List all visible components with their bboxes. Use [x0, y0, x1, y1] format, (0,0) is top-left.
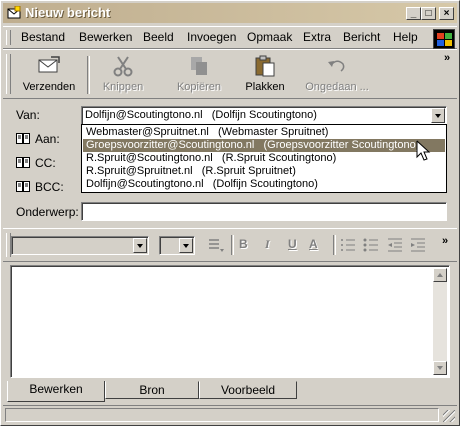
toolbar-more-chevron-icon[interactable]: »: [444, 52, 450, 64]
copy-icon: [191, 57, 207, 75]
close-button[interactable]: ×: [439, 7, 454, 20]
copy-button[interactable]: Kopiëren: [169, 52, 229, 96]
undo-icon: [328, 60, 345, 72]
compose-window: Nieuw bericht _ □ × Bestand Bewerken Bee…: [0, 0, 460, 426]
paste-button[interactable]: Plakken: [239, 52, 291, 96]
view-tabs: Bewerken Bron Voorbeeld: [1, 381, 459, 403]
address-book-icon[interactable]: [16, 156, 30, 169]
numbered-list-icon[interactable]: [340, 237, 356, 253]
menu-bewerken[interactable]: Bewerken: [79, 30, 132, 44]
toolbar-separator: [87, 56, 90, 94]
paragraph-style-icon[interactable]: [207, 236, 225, 254]
mouse-pointer-icon: [416, 140, 431, 161]
from-combo[interactable]: Dolfijn@Scoutingtono.nl (Dolfijn Scoutin…: [81, 106, 447, 125]
toolbar-separator: [231, 235, 234, 255]
dropdown-option[interactable]: Dolfijn@Scoutingtono.nl (Dolfijn Scoutin…: [83, 178, 445, 191]
menu-beeld[interactable]: Beeld: [143, 30, 174, 44]
from-label: Van:: [16, 108, 40, 122]
tab-bron[interactable]: Bron: [105, 381, 199, 399]
address-book-icon[interactable]: [16, 132, 30, 145]
tab-voorbeeld[interactable]: Voorbeeld: [199, 381, 297, 399]
from-dropdown-list: Webmaster@Spruitnet.nl (Webmaster Spruit…: [81, 124, 447, 193]
subject-input[interactable]: [81, 202, 447, 221]
status-pane: [5, 408, 439, 422]
bullet-list-icon[interactable]: [363, 237, 379, 253]
italic-button[interactable]: I: [265, 237, 270, 252]
resize-grip-icon[interactable]: [443, 410, 455, 422]
windows-logo-icon: [433, 29, 455, 49]
menu-bestand[interactable]: Bestand: [21, 30, 65, 44]
font-size-arrow-icon[interactable]: [179, 238, 193, 253]
paste-icon: [255, 55, 275, 77]
status-bar: [3, 405, 457, 424]
scroll-down-button[interactable]: [433, 361, 447, 375]
scroll-down-arrow-icon: [437, 366, 443, 370]
new-message-icon: [7, 6, 21, 19]
toolbar-grip: [6, 54, 11, 94]
paste-label: Plakken: [245, 81, 285, 93]
menu-bericht[interactable]: Bericht: [343, 30, 380, 44]
maximize-button[interactable]: □: [421, 7, 436, 20]
tab-bewerken[interactable]: Bewerken: [7, 381, 105, 402]
send-icon: [38, 56, 60, 73]
menu-help[interactable]: Help: [393, 30, 418, 44]
undo-label: Ongedaan ...: [305, 81, 369, 93]
menu-opmaak[interactable]: Opmaak: [247, 30, 292, 44]
minimize-icon: _: [410, 8, 417, 19]
toolbar-separator: [333, 235, 336, 255]
maximize-icon: □: [425, 8, 432, 19]
send-button[interactable]: Verzenden: [17, 52, 81, 96]
dropdown-option[interactable]: Webmaster@Spruitnet.nl (Webmaster Spruit…: [83, 126, 445, 139]
format-toolbar: B I U A »: [3, 228, 457, 262]
copy-label: Kopiëren: [176, 81, 222, 93]
subject-label: Onderwerp:: [16, 205, 79, 219]
vertical-scrollbar[interactable]: [433, 268, 447, 375]
cc-label: CC:: [35, 156, 56, 170]
scissors-icon: [113, 56, 133, 77]
close-icon: ×: [443, 8, 450, 19]
dropdown-option[interactable]: R.Spruit@Scoutingtono.nl (R.Spruit Scout…: [83, 152, 445, 165]
main-toolbar: Verzenden Knippen Kopiëren Plakken Onged…: [3, 49, 457, 99]
bold-button[interactable]: B: [239, 237, 248, 251]
bcc-label: BCC:: [35, 180, 64, 194]
title-bar[interactable]: Nieuw bericht _ □ ×: [3, 3, 457, 23]
scroll-up-button[interactable]: [433, 268, 447, 282]
window-title: Nieuw bericht: [25, 5, 111, 20]
cut-button[interactable]: Knippen: [97, 52, 149, 96]
menu-grip: [6, 30, 11, 45]
cut-label: Knippen: [102, 81, 144, 93]
address-book-icon[interactable]: [16, 180, 30, 193]
decrease-indent-icon[interactable]: [387, 237, 403, 253]
underline-button[interactable]: U: [288, 237, 297, 251]
menu-invoegen[interactable]: Invoegen: [187, 30, 236, 44]
menu-extra[interactable]: Extra: [303, 30, 331, 44]
minimize-button[interactable]: _: [406, 7, 421, 20]
font-color-button[interactable]: A: [309, 237, 318, 251]
dropdown-option[interactable]: R.Spruit@Spruitnet.nl (R.Spruit Spruitne…: [83, 165, 445, 178]
send-label: Verzenden: [22, 81, 76, 93]
font-name-arrow-icon[interactable]: [133, 238, 147, 253]
dropdown-option-selected[interactable]: Groepsvoorzitter@Scoutingtono.nl (Groeps…: [83, 139, 445, 152]
font-name-select[interactable]: [11, 236, 149, 255]
increase-indent-icon[interactable]: [410, 237, 426, 253]
scroll-up-arrow-icon: [437, 273, 443, 277]
from-value: Dolfijn@Scoutingtono.nl (Dolfijn Scoutin…: [85, 109, 317, 121]
to-label: Aan:: [35, 132, 60, 146]
format-more-chevron-icon[interactable]: »: [442, 235, 448, 247]
undo-button[interactable]: Ongedaan ...: [301, 52, 373, 96]
from-dropdown-arrow-icon[interactable]: [431, 108, 445, 123]
font-size-select[interactable]: [159, 236, 195, 255]
menu-bar: Bestand Bewerken Beeld Invoegen Opmaak E…: [3, 26, 457, 49]
message-body-editor[interactable]: [10, 265, 450, 378]
